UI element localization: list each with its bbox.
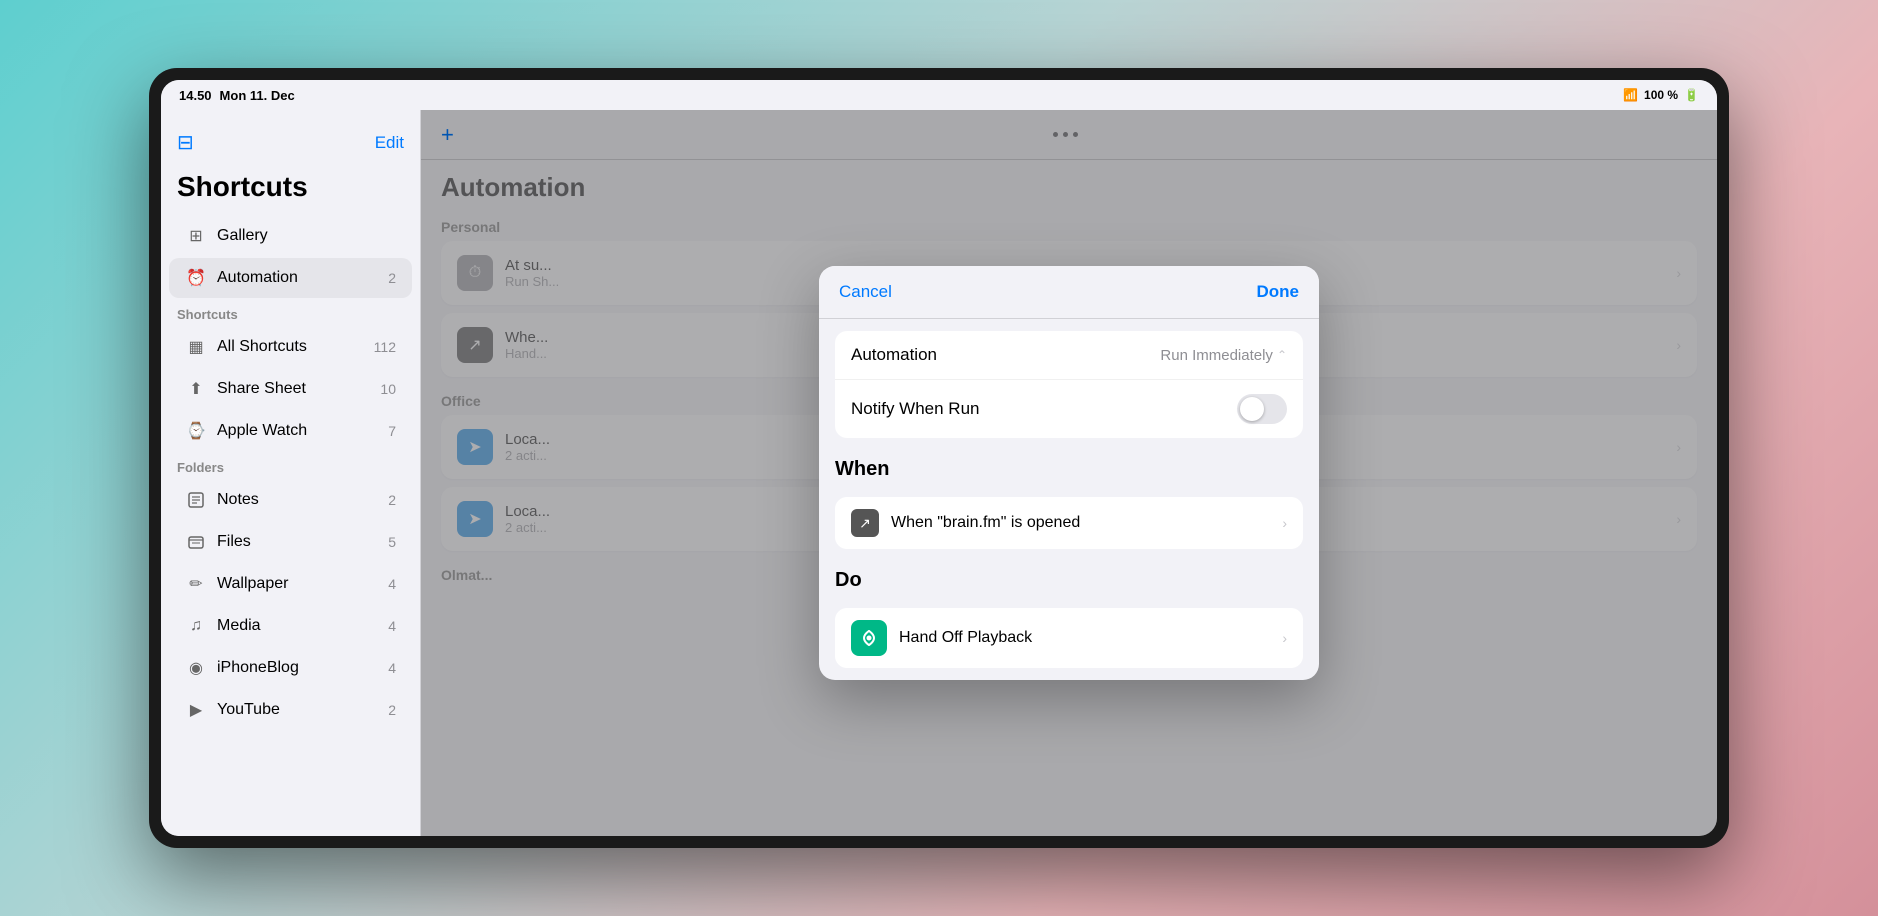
files-label: Files — [217, 533, 378, 551]
sidebar-item-media[interactable]: ♫ Media 4 — [169, 606, 412, 646]
do-section-title: Do — [819, 561, 1319, 596]
sidebar-item-iphoneblog[interactable]: ◉ iPhoneBlog 4 — [169, 648, 412, 688]
notes-label: Notes — [217, 491, 378, 509]
apple-watch-icon: ⌚ — [185, 420, 207, 442]
sidebar-title: Shortcuts — [161, 167, 420, 215]
wallpaper-icon: ✏ — [185, 573, 207, 595]
ipad-screen: 14.50 Mon 11. Dec 📶 100 % 🔋 ⊟ Edit — [161, 80, 1717, 836]
do-item-label: Hand Off Playback — [899, 629, 1270, 647]
sidebar-item-apple-watch[interactable]: ⌚ Apple Watch 7 — [169, 411, 412, 451]
share-sheet-label: Share Sheet — [217, 380, 370, 398]
automation-run-value: Run Immediately — [1160, 347, 1273, 364]
sidebar-item-notes[interactable]: Notes 2 — [169, 480, 412, 520]
sidebar-automation-label: Automation — [217, 269, 378, 287]
sidebar-item-share-sheet[interactable]: ⬆ Share Sheet 10 — [169, 369, 412, 409]
sidebar-item-files[interactable]: Files 5 — [169, 522, 412, 562]
all-shortcuts-label: All Shortcuts — [217, 338, 364, 356]
when-section: ↗ When "brain.fm" is opened › — [835, 497, 1303, 549]
when-chevron: › — [1282, 515, 1287, 531]
when-section-title: When — [819, 450, 1319, 485]
wallpaper-badge: 4 — [388, 576, 396, 592]
cancel-button[interactable]: Cancel — [839, 282, 892, 302]
automation-value: Run Immediately ⌃ — [1160, 347, 1287, 364]
sidebar-header: ⊟ Edit — [161, 122, 420, 167]
battery-icon: 🔋 — [1684, 88, 1699, 102]
do-section: Hand Off Playback › — [835, 608, 1303, 668]
when-label: When "brain.fm" is opened — [891, 514, 1282, 532]
automation-label: Automation — [851, 345, 1160, 365]
media-icon: ♫ — [185, 615, 207, 637]
share-sheet-badge: 10 — [380, 381, 396, 397]
all-shortcuts-badge: 112 — [374, 339, 396, 355]
status-bar-right: 📶 100 % 🔋 — [1623, 88, 1699, 102]
apple-watch-badge: 7 — [388, 423, 396, 439]
files-icon — [185, 531, 207, 553]
iphoneblog-icon: ◉ — [185, 657, 207, 679]
do-item[interactable]: Hand Off Playback › — [835, 608, 1303, 668]
sidebar-item-gallery[interactable]: ⊞ Gallery — [169, 216, 412, 256]
gallery-icon: ⊞ — [185, 225, 207, 247]
when-row[interactable]: ↗ When "brain.fm" is opened › — [835, 497, 1303, 549]
iphoneblog-badge: 4 — [388, 660, 396, 676]
all-shortcuts-icon: ▦ — [185, 336, 207, 358]
toggle-knob — [1240, 397, 1264, 421]
automation-modal: Cancel Done Automation Run Immediately ⌃ — [819, 266, 1319, 680]
automation-chevron-icon: ⌃ — [1277, 348, 1287, 362]
status-date: Mon 11. Dec — [220, 88, 295, 103]
sidebar-item-wallpaper[interactable]: ✏ Wallpaper 4 — [169, 564, 412, 604]
media-label: Media — [217, 617, 378, 635]
apple-watch-label: Apple Watch — [217, 422, 378, 440]
sidebar-automation-badge: 2 — [388, 270, 396, 286]
files-badge: 5 — [388, 534, 396, 550]
automation-icon: ⏰ — [185, 267, 207, 289]
content-panel: + Automation Personal — [421, 110, 1717, 836]
notes-badge: 2 — [388, 492, 396, 508]
notify-toggle[interactable] — [1237, 394, 1287, 424]
youtube-label: YouTube — [217, 701, 378, 719]
battery-percentage: 100 % — [1644, 88, 1678, 102]
iphoneblog-label: iPhoneBlog — [217, 659, 378, 677]
sidebar-gallery-label: Gallery — [217, 227, 396, 245]
main-area: ⊟ Edit Shortcuts ⊞ Gallery ⏰ Automation … — [161, 110, 1717, 836]
do-item-chevron: › — [1282, 630, 1287, 646]
automation-settings-section: Automation Run Immediately ⌃ Notify When… — [835, 331, 1303, 438]
notes-icon — [185, 489, 207, 511]
wallpaper-label: Wallpaper — [217, 575, 378, 593]
status-bar: 14.50 Mon 11. Dec 📶 100 % 🔋 — [161, 80, 1717, 110]
sidebar: ⊟ Edit Shortcuts ⊞ Gallery ⏰ Automation … — [161, 110, 421, 836]
sidebar-folders-section-label: Folders — [161, 452, 420, 479]
status-time: 14.50 — [179, 88, 212, 103]
notify-label: Notify When Run — [851, 399, 1237, 419]
sidebar-item-all-shortcuts[interactable]: ▦ All Shortcuts 112 — [169, 327, 412, 367]
modal-overlay: Cancel Done Automation Run Immediately ⌃ — [421, 110, 1717, 836]
youtube-badge: 2 — [388, 702, 396, 718]
share-sheet-icon: ⬆ — [185, 378, 207, 400]
wifi-icon: 📶 — [1623, 88, 1638, 102]
sidebar-icons: ⊟ — [177, 130, 194, 155]
when-app-icon: ↗ — [851, 509, 879, 537]
youtube-icon: ▶ — [185, 699, 207, 721]
status-bar-left: 14.50 Mon 11. Dec — [179, 88, 295, 103]
sidebar-toggle-icon[interactable]: ⊟ — [177, 130, 194, 155]
ipad-frame: 14.50 Mon 11. Dec 📶 100 % 🔋 ⊟ Edit — [149, 68, 1729, 848]
edit-button[interactable]: Edit — [375, 133, 404, 153]
modal-done[interactable]: Done — [1257, 282, 1300, 302]
do-item-icon — [851, 620, 887, 656]
automation-run-row[interactable]: Automation Run Immediately ⌃ — [835, 331, 1303, 380]
modal-header: Cancel Done — [819, 266, 1319, 319]
sidebar-item-youtube[interactable]: ▶ YouTube 2 — [169, 690, 412, 730]
notify-row: Notify When Run — [835, 380, 1303, 438]
sidebar-shortcuts-section-label: Shortcuts — [161, 299, 420, 326]
sidebar-item-automation[interactable]: ⏰ Automation 2 — [169, 258, 412, 298]
media-badge: 4 — [388, 618, 396, 634]
